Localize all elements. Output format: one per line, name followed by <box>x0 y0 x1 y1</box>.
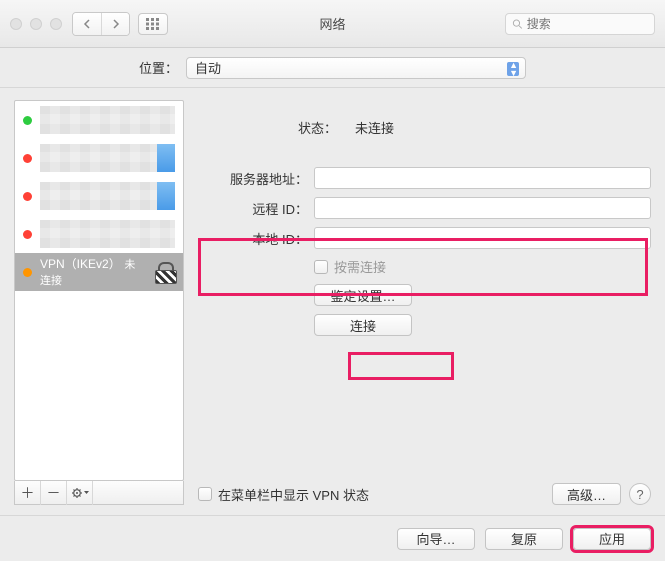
footer: 向导… 复原 应用 <box>0 515 665 561</box>
ondemand-label: 按需连接 <box>334 257 386 276</box>
help-button[interactable]: ? <box>629 483 651 505</box>
bottom-row: 在菜单栏中显示 VPN 状态 高级… ? <box>198 473 651 505</box>
grid-icon <box>146 18 160 30</box>
status-dot-red <box>23 192 32 201</box>
service-item[interactable] <box>15 177 183 215</box>
service-name: VPN（IKEv2） <box>40 257 121 271</box>
window-controls <box>10 18 62 30</box>
remove-service-button[interactable]: － <box>41 481 67 505</box>
sidebar: VPN（IKEv2） 未连接 ＋ － <box>14 100 184 505</box>
back-button[interactable] <box>73 13 101 35</box>
status-dot-red <box>23 230 32 239</box>
server-address-label: 服务器地址： <box>198 169 308 188</box>
ondemand-row: 按需连接 <box>198 257 651 276</box>
service-item-vpn[interactable]: VPN（IKEv2） 未连接 <box>15 253 183 291</box>
content-area: VPN（IKEv2） 未连接 ＋ － <box>0 88 665 515</box>
redacted-service <box>40 106 175 134</box>
service-item[interactable] <box>15 215 183 253</box>
redacted-service <box>40 182 175 210</box>
connect-button[interactable]: 连接 <box>314 314 412 336</box>
show-all-button[interactable] <box>138 13 168 35</box>
show-in-menubar-checkbox[interactable] <box>198 487 212 501</box>
local-id-label: 本地 ID： <box>198 229 308 248</box>
show-in-menubar-label: 在菜单栏中显示 VPN 状态 <box>218 485 369 504</box>
status-dot-red <box>23 154 32 163</box>
service-list: VPN（IKEv2） 未连接 <box>14 100 184 481</box>
location-label: 位置： <box>139 58 178 77</box>
service-item[interactable] <box>15 101 183 139</box>
select-arrows-icon: ▲▼ <box>509 61 518 77</box>
action-buttons: 鉴定设置… 连接 <box>314 284 651 336</box>
local-id-input[interactable] <box>314 227 651 249</box>
service-list-footer: ＋ － <box>14 481 184 505</box>
redacted-service <box>40 144 175 172</box>
wizard-button[interactable]: 向导… <box>397 528 475 550</box>
service-text: VPN（IKEv2） 未连接 <box>40 256 145 288</box>
advanced-button[interactable]: 高级… <box>552 483 621 505</box>
redacted-service <box>40 220 175 248</box>
location-row: 位置： 自动 ▲▼ <box>0 48 665 88</box>
auth-settings-button[interactable]: 鉴定设置… <box>314 284 412 306</box>
revert-button[interactable]: 复原 <box>485 528 563 550</box>
apply-button[interactable]: 应用 <box>573 528 651 550</box>
status-dot-green <box>23 116 32 125</box>
remote-id-input[interactable] <box>314 197 651 219</box>
network-prefpane-window: 网络 位置： 自动 ▲▼ <box>0 0 665 561</box>
status-row: 状态： 未连接 <box>298 118 651 137</box>
titlebar: 网络 <box>0 0 665 48</box>
chevron-left-icon <box>83 19 92 29</box>
detail-panel: 状态： 未连接 服务器地址： 远程 ID： 本地 ID： <box>198 100 651 505</box>
server-address-input[interactable] <box>314 167 651 189</box>
server-address-row: 服务器地址： <box>198 167 651 189</box>
remote-id-label: 远程 ID： <box>198 199 308 218</box>
status-value: 未连接 <box>355 118 394 137</box>
forward-button[interactable] <box>101 13 129 35</box>
nav-back-forward <box>72 12 130 36</box>
chevron-right-icon <box>111 19 120 29</box>
add-service-button[interactable]: ＋ <box>15 481 41 505</box>
status-dot-orange <box>23 268 32 277</box>
location-select[interactable]: 自动 ▲▼ <box>186 57 526 79</box>
ondemand-checkbox[interactable] <box>314 260 328 274</box>
search-field[interactable] <box>505 13 655 35</box>
local-id-row: 本地 ID： <box>198 227 651 249</box>
minimize-window-button[interactable] <box>30 18 42 30</box>
status-label: 状态： <box>298 118 337 137</box>
gear-dropdown-icon <box>71 487 89 499</box>
remote-id-row: 远程 ID： <box>198 197 651 219</box>
service-item[interactable] <box>15 139 183 177</box>
search-input[interactable] <box>527 17 648 31</box>
service-actions-button[interactable] <box>67 481 93 505</box>
search-icon <box>512 18 523 30</box>
location-value: 自动 <box>195 58 221 77</box>
close-window-button[interactable] <box>10 18 22 30</box>
highlight-annotation <box>348 352 454 380</box>
zoom-window-button[interactable] <box>50 18 62 30</box>
lock-icon <box>153 262 175 282</box>
